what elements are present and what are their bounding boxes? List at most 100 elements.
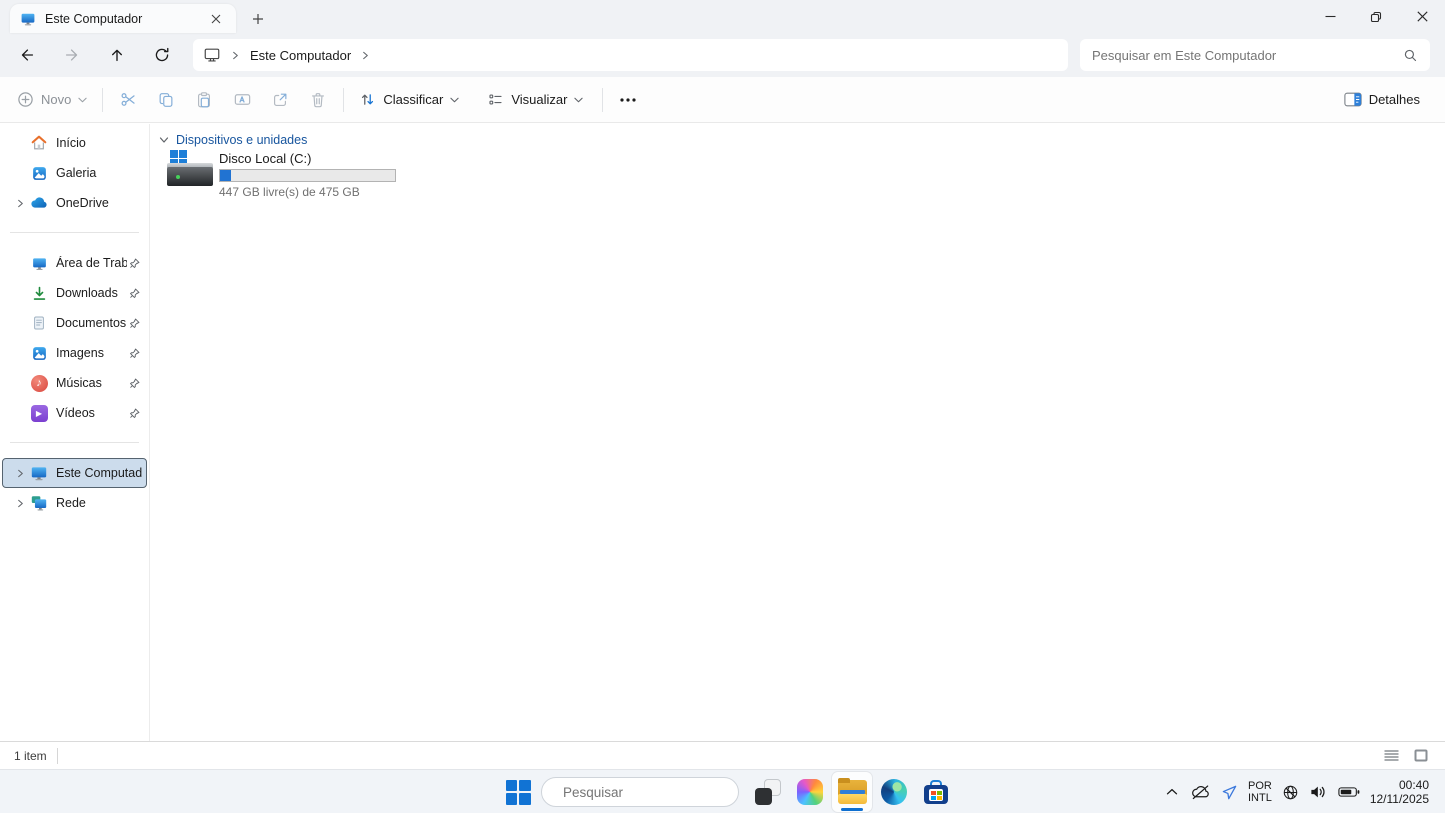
share-button[interactable]: [261, 83, 299, 117]
taskbar-search-input[interactable]: [563, 785, 740, 800]
gallery-icon: [29, 163, 49, 183]
collapse-chevron-icon[interactable]: [159, 135, 169, 145]
location-button[interactable]: [1221, 776, 1238, 808]
network-status-button[interactable]: [1282, 776, 1299, 808]
new-button[interactable]: Novo: [8, 83, 96, 117]
breadcrumb-item[interactable]: Este Computador: [250, 48, 351, 63]
sidebar-divider: [10, 232, 139, 233]
sidebar-item-documentos[interactable]: Documentos: [2, 308, 147, 338]
more-options-button[interactable]: [609, 83, 647, 117]
sidebar-item-area-de-trabalho[interactable]: Área de Trabalho: [2, 248, 147, 278]
task-view-button[interactable]: [748, 772, 788, 812]
explorer-search-input[interactable]: [1092, 48, 1403, 63]
sidebar-item-downloads[interactable]: Downloads: [2, 278, 147, 308]
expand-chevron-icon[interactable]: [11, 499, 29, 508]
cloud-off-icon: [1190, 784, 1211, 800]
close-button[interactable]: [1399, 0, 1445, 33]
toolbar-separator: [343, 88, 344, 112]
store-button[interactable]: [916, 772, 956, 812]
start-button[interactable]: [498, 772, 538, 812]
pin-icon: [129, 378, 142, 389]
sidebar-item-label: Documentos: [56, 316, 127, 330]
minimize-button[interactable]: [1307, 0, 1353, 33]
sidebar-item-label: Vídeos: [56, 406, 127, 420]
forward-button[interactable]: [55, 38, 89, 72]
globe-off-icon: [1282, 784, 1299, 801]
paste-button[interactable]: [185, 83, 223, 117]
up-button[interactable]: [100, 38, 134, 72]
breadcrumb[interactable]: Este Computador: [193, 39, 1068, 71]
chevron-right-icon[interactable]: [231, 51, 240, 60]
new-tab-button[interactable]: [246, 7, 270, 31]
rename-button[interactable]: [223, 83, 261, 117]
group-header-devices[interactable]: Dispositivos e unidades: [151, 124, 1445, 147]
sidebar-item-este-computador[interactable]: Este Computador: [2, 458, 147, 488]
list-view-icon: [1384, 750, 1399, 761]
pictures-icon: [29, 343, 49, 363]
details-view-button[interactable]: [1379, 745, 1403, 767]
expand-chevron-icon[interactable]: [11, 469, 29, 478]
view-button[interactable]: Visualizar: [478, 83, 592, 117]
edge-icon: [881, 779, 907, 805]
toolbar-separator: [602, 88, 603, 112]
back-button[interactable]: [10, 38, 44, 72]
chevron-down-icon: [450, 97, 459, 103]
sidebar-item-label: Downloads: [56, 286, 127, 300]
sidebar-item-musicas[interactable]: ♪ Músicas: [2, 368, 147, 398]
drive-usage-bar: [219, 169, 396, 182]
sort-button[interactable]: Classificar: [350, 83, 468, 117]
chevron-right-icon[interactable]: [361, 51, 370, 60]
copy-button[interactable]: [147, 83, 185, 117]
file-explorer-window-chrome: Este Computador: [0, 0, 1445, 77]
battery-button[interactable]: [1338, 776, 1360, 808]
file-list-area: Dispositivos e unidades Disco Local (C:)…: [151, 124, 1445, 741]
sidebar-item-label: Início: [56, 136, 142, 150]
icon-view-icon: [1414, 749, 1428, 762]
sidebar-item-label: Músicas: [56, 376, 127, 390]
language-indicator[interactable]: POR INTL: [1248, 776, 1272, 808]
new-button-label: Novo: [41, 92, 71, 107]
sidebar-item-videos[interactable]: ▶ Vídeos: [2, 398, 147, 428]
details-pane-label: Detalhes: [1369, 92, 1420, 107]
copilot-button[interactable]: [790, 772, 830, 812]
cut-button[interactable]: [109, 83, 147, 117]
sidebar-item-galeria[interactable]: Galeria: [2, 158, 147, 188]
item-count: 1 item: [14, 749, 47, 763]
sidebar-item-inicio[interactable]: Início: [2, 128, 147, 158]
sidebar-item-onedrive[interactable]: OneDrive: [2, 188, 147, 218]
edge-button[interactable]: [874, 772, 914, 812]
battery-icon: [1338, 786, 1360, 798]
copy-icon: [157, 91, 175, 109]
large-icons-view-button[interactable]: [1409, 745, 1433, 767]
clock[interactable]: 00:40 12/11/2025: [1370, 776, 1429, 808]
details-pane-button[interactable]: Detalhes: [1335, 83, 1429, 117]
desktop-icon: [29, 253, 49, 273]
computer-icon: [20, 11, 36, 27]
volume-button[interactable]: [1309, 776, 1328, 808]
tab-este-computador[interactable]: Este Computador: [10, 4, 236, 33]
pin-icon: [129, 258, 142, 269]
tray-time: 00:40: [1399, 778, 1429, 792]
sidebar-item-rede[interactable]: Rede: [2, 488, 147, 518]
tray-overflow-button[interactable]: [1164, 776, 1180, 808]
sidebar-item-imagens[interactable]: Imagens: [2, 338, 147, 368]
delete-button[interactable]: [299, 83, 337, 117]
refresh-button[interactable]: [145, 38, 179, 72]
expand-chevron-icon[interactable]: [11, 199, 29, 208]
plus-circle-icon: [17, 91, 34, 108]
restore-button[interactable]: [1353, 0, 1399, 33]
taskbar-search[interactable]: [541, 777, 739, 807]
tab-close-icon[interactable]: [206, 9, 226, 29]
sidebar-item-label: Este Computador: [56, 466, 142, 480]
more-icon: [620, 98, 636, 102]
hard-drive-icon: [167, 150, 215, 194]
paste-icon: [195, 91, 213, 109]
search-icon[interactable]: [1403, 48, 1418, 63]
details-panel-icon: [1344, 92, 1362, 107]
onedrive-paused-button[interactable]: [1190, 776, 1211, 808]
window-controls: [1307, 0, 1445, 33]
view-button-label: Visualizar: [511, 92, 567, 107]
file-explorer-button[interactable]: [832, 772, 872, 812]
drive-disco-local-c[interactable]: Disco Local (C:) 447 GB livre(s) de 475 …: [167, 150, 417, 198]
sort-button-label: Classificar: [383, 92, 443, 107]
